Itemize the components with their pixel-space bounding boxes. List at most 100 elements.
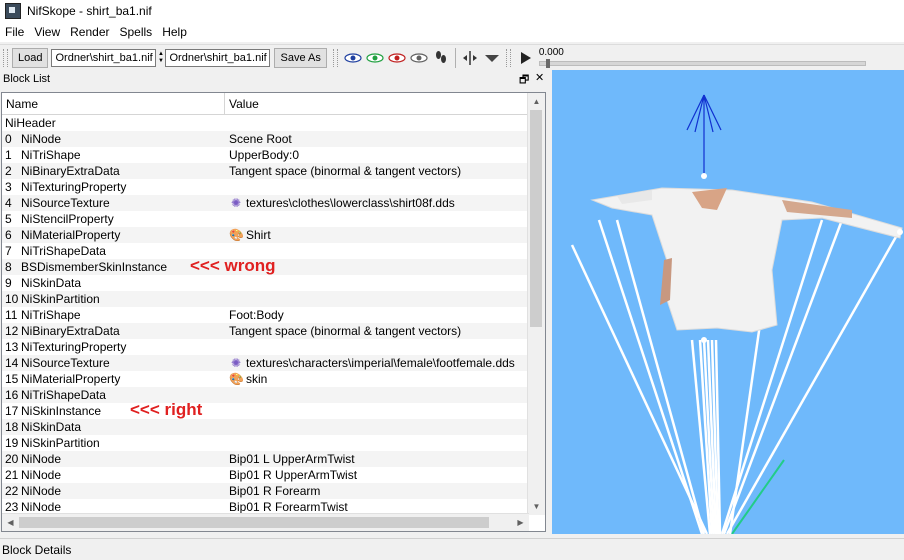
row-type: NiSkinInstance <box>21 404 102 418</box>
row-value: Bip01 R UpperArmTwist <box>229 468 358 482</box>
column-header-name[interactable]: Name <box>2 93 225 114</box>
vertical-scrollbar[interactable]: ▲ ▼ <box>527 93 545 515</box>
material-icon: 🎨 <box>229 372 244 386</box>
row-name-cell: 1 NiTriShape <box>2 148 225 162</box>
row-type: NiStencilProperty <box>21 212 114 226</box>
horizontal-scroll-thumb[interactable] <box>19 517 489 528</box>
row-name-cell: 13 NiTexturingProperty <box>2 340 225 354</box>
render-viewport[interactable] <box>552 70 904 534</box>
row-value-cell: Bip01 R ForearmTwist <box>225 500 348 514</box>
table-row-header[interactable]: NiHeader <box>2 115 529 131</box>
table-row[interactable]: 9 NiSkinData <box>2 275 529 291</box>
table-row[interactable]: 22 NiNode Bip01 R Forearm <box>2 483 529 499</box>
table-row[interactable]: 6 NiMaterialProperty 🎨 Shirt <box>2 227 529 243</box>
close-icon[interactable]: ✕ <box>535 71 544 84</box>
toolbar-grip-3[interactable] <box>505 49 511 67</box>
menu-view[interactable]: View <box>29 25 65 39</box>
table-row[interactable]: 21 NiNode Bip01 R UpperArmTwist <box>2 467 529 483</box>
row-index: 15 <box>5 372 19 386</box>
row-value-cell: Foot:Body <box>225 308 284 322</box>
path-swap-arrows-icon[interactable]: ▲ ▼ <box>157 49 164 67</box>
view-gray-eye-icon[interactable] <box>408 47 430 69</box>
block-tree[interactable]: Name Value NiHeader 0 NiNode Scene Root 1 Ni… <box>1 92 546 532</box>
table-row[interactable]: 12 NiBinaryExtraData Tangent space (binorm… <box>2 323 529 339</box>
row-type: NiTexturingProperty <box>21 180 127 194</box>
table-row[interactable]: 8 BSDismemberSkinInstance <<< wrong <box>2 256 529 275</box>
row-index: 16 <box>5 388 19 402</box>
window-title: NifSkope - shirt_ba1.nif <box>27 4 152 18</box>
row-value: Bip01 R ForearmTwist <box>229 500 348 514</box>
vertical-scroll-thumb[interactable] <box>530 110 542 327</box>
time-slider[interactable]: 0.000 <box>537 46 867 70</box>
play-icon[interactable] <box>515 47 537 69</box>
undock-icon[interactable]: 🗗 <box>519 71 529 90</box>
view-dropdown-icon[interactable] <box>481 47 503 69</box>
view-blue-eye-icon[interactable] <box>342 47 364 69</box>
view-green-eye-icon[interactable] <box>364 47 386 69</box>
row-name: NiHeader <box>5 116 56 130</box>
load-path-field[interactable]: Ordner\shirt_ba1.nif <box>51 49 157 67</box>
scroll-down-icon[interactable]: ▼ <box>528 498 545 515</box>
row-value-cell: Scene Root <box>225 132 292 146</box>
column-header-value[interactable]: Value <box>225 93 259 114</box>
menu-help[interactable]: Help <box>157 25 192 39</box>
table-row[interactable]: 4 NiSourceTexture ✺ textures\clothes\lowerc… <box>2 195 529 211</box>
row-index: 7 <box>5 244 12 258</box>
axis-split-icon[interactable] <box>459 47 481 69</box>
scroll-up-icon[interactable]: ▲ <box>528 93 545 110</box>
title-bar: NifSkope - shirt_ba1.nif <box>0 0 904 22</box>
table-row[interactable]: 17 NiSkinInstance <<< right <box>2 400 529 419</box>
table-row[interactable]: 18 NiSkinData <box>2 419 529 435</box>
row-type: NiTexturingProperty <box>21 340 127 354</box>
scroll-right-icon[interactable]: ▶ <box>512 514 529 531</box>
row-value: Foot:Body <box>229 308 284 322</box>
table-row[interactable]: 11 NiTriShape Foot:Body <box>2 307 529 323</box>
table-row[interactable]: 15 NiMaterialProperty 🎨 skin <box>2 371 529 387</box>
table-row[interactable]: 3 NiTexturingProperty <box>2 179 529 195</box>
time-slider-handle[interactable] <box>545 59 550 68</box>
main-toolbar: Load Ordner\shirt_ba1.nif ▲ ▼ Ordner\shir… <box>0 44 904 71</box>
row-value: textures\clothes\lowerclass\shirt08f.dds <box>246 196 455 210</box>
row-index: 21 <box>5 468 19 482</box>
load-button[interactable]: Load <box>12 48 49 68</box>
horizontal-scrollbar[interactable]: ◀ ▶ <box>2 513 529 531</box>
row-value-cell: Bip01 R Forearm <box>225 484 320 498</box>
row-value: skin <box>246 372 268 386</box>
annotation-label: <<< wrong <box>190 256 276 275</box>
walk-mode-icon[interactable] <box>430 47 452 69</box>
table-row[interactable]: 19 NiSkinPartition <box>2 435 529 451</box>
scroll-left-icon[interactable]: ◀ <box>2 514 19 531</box>
row-index: 1 <box>5 148 12 162</box>
table-row[interactable]: 14 NiSourceTexture ✺ textures\characters\im… <box>2 355 529 371</box>
save-path-field[interactable]: Ordner\shirt_ba1.nif <box>165 49 271 67</box>
bone-arrows <box>686 94 722 175</box>
menu-bar: File View Render Spells Help <box>0 22 904 42</box>
view-red-eye-icon[interactable] <box>386 47 408 69</box>
menu-file[interactable]: File <box>0 25 29 39</box>
time-slider-track[interactable] <box>538 61 866 66</box>
row-value: Bip01 L UpperArmTwist <box>229 452 355 466</box>
table-row[interactable]: 0 NiNode Scene Root <box>2 131 529 147</box>
table-row[interactable]: 1 NiTriShape UpperBody:0 <box>2 147 529 163</box>
block-details-bar[interactable]: Block Details <box>0 538 904 560</box>
table-row[interactable]: 20 NiNode Bip01 L UpperArmTwist <box>2 451 529 467</box>
annotation-label: <<< right <box>130 400 203 419</box>
menu-render[interactable]: Render <box>65 25 114 39</box>
table-row[interactable]: 13 NiTexturingProperty <box>2 339 529 355</box>
toolbar-grip[interactable] <box>3 49 8 67</box>
toolbar-grip-2[interactable] <box>332 49 338 67</box>
row-index: 22 <box>5 484 19 498</box>
row-index: 6 <box>5 228 12 242</box>
row-type: NiNode <box>21 468 62 482</box>
menu-spells[interactable]: Spells <box>115 25 158 39</box>
table-row[interactable]: 10 NiSkinPartition <box>2 291 529 307</box>
save-as-button[interactable]: Save As <box>274 48 327 68</box>
column-headers: Name Value <box>2 93 545 115</box>
table-row[interactable]: 2 NiBinaryExtraData Tangent space (binorma… <box>2 163 529 179</box>
row-type: NiSourceTexture <box>21 356 110 370</box>
table-row[interactable]: 5 NiStencilProperty <box>2 211 529 227</box>
row-type: NiTriShape <box>21 308 81 322</box>
row-name-cell: 18 NiSkinData <box>2 420 225 434</box>
row-type: NiNode <box>21 132 62 146</box>
table-row[interactable]: 16 NiTriShapeData <box>2 387 529 403</box>
